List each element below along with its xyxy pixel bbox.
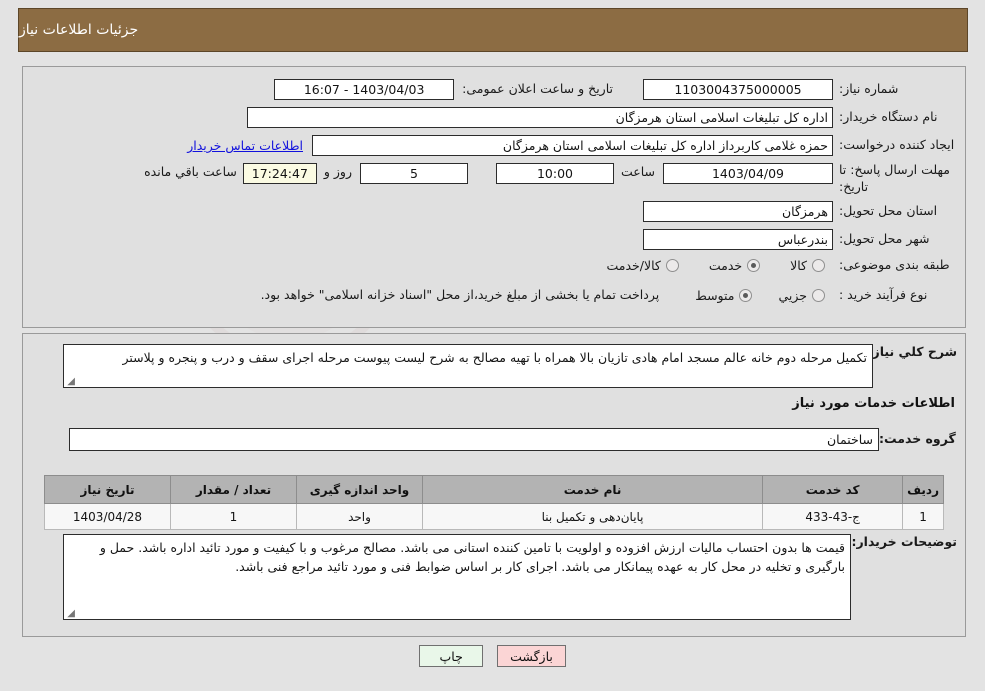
row-process: نوع فرآیند خرید : جزيي متوسط پرداخت تمام… — [261, 287, 957, 304]
city-label: شهر محل تحویل: — [839, 231, 930, 247]
row-need-number: شماره نیاز: 1103004375000005 تاریخ و ساع… — [274, 79, 957, 100]
row-buyer-notes: توضیحات خریدار: قیمت ها بدون احتساب مالی… — [63, 534, 957, 620]
remaining-time-value: 17:24:47 — [242, 163, 317, 184]
city-value: بندرعباس — [643, 229, 833, 250]
deadline-date-value: 1403/04/09 — [663, 163, 833, 184]
col-unit: واحد اندازه گیری — [296, 475, 423, 504]
table-header-row: ردیف کد خدمت نام خدمت واحد اندازه گیری ت… — [44, 475, 944, 504]
radio-category-khedmat[interactable]: خدمت — [708, 257, 761, 273]
description-textarea[interactable]: تکمیل مرحله دوم خانه عالم مسجد امام هادی… — [63, 344, 873, 388]
print-button[interactable]: چاپ — [419, 645, 484, 667]
row-province: استان محل تحویل: هرمزگان — [643, 201, 957, 222]
col-name: نام خدمت — [421, 475, 764, 504]
col-code: کد خدمت — [762, 475, 904, 504]
radio-process-jozei-label: جزيي — [778, 287, 807, 303]
province-value: هرمزگان — [643, 201, 833, 222]
need-number-value: 1103004375000005 — [643, 79, 833, 100]
row-requester: ایجاد کننده درخواست: حمزه غلامی کاربرداز… — [187, 135, 957, 156]
treasury-note: پرداخت تمام یا بخشی از مبلغ خرید،از محل … — [260, 287, 660, 302]
button-bar: بازگشت چاپ — [0, 645, 985, 667]
remaining-days-value: 5 — [359, 163, 468, 184]
row-deadline: مهلت ارسال پاسخ: تا تاریخ: 1403/04/09 سا… — [144, 161, 957, 196]
resize-grip-icon[interactable]: ◢ — [66, 377, 75, 387]
public-announce-label: تاریخ و ساعت اعلان عمومی: — [462, 81, 613, 97]
public-announce-value: 1403/04/03 - 16:07 — [274, 79, 455, 100]
row-city: شهر محل تحویل: بندرعباس — [643, 229, 957, 250]
radio-jozei-icon[interactable] — [812, 288, 825, 302]
radio-process-motevaset-label: متوسط — [695, 287, 735, 303]
row-description: شرح کلي نیاز: تکمیل مرحله دوم خانه عالم … — [63, 344, 957, 388]
requester-value: حمزه غلامی کاربرداز اداره کل تبلیغات اسل… — [312, 135, 833, 156]
row-service-group: گروه خدمت: ساختمان — [69, 428, 957, 451]
buyer-contact-link[interactable]: اطلاعات تماس خریدار — [187, 138, 303, 153]
deadline-label: مهلت ارسال پاسخ: تا تاریخ: — [839, 162, 950, 194]
need-info-panel: شماره نیاز: 1103004375000005 تاریخ و ساع… — [22, 66, 966, 328]
page-header: جزئیات اطلاعات نیاز — [18, 8, 968, 52]
back-button[interactable]: بازگشت — [497, 645, 566, 667]
cell-date: 1403/04/28 — [44, 503, 171, 530]
radio-category-khedmat-label: خدمت — [708, 257, 743, 273]
radio-kala-khedmat-icon[interactable] — [665, 258, 679, 272]
radio-khedmat-icon[interactable] — [747, 258, 761, 272]
table-row: 1 ج-43-433 پایان‌دهی و تکمیل بنا واحد 1 … — [44, 503, 944, 530]
category-label: طبقه بندی موضوعی: — [839, 257, 950, 272]
radio-category-kala-khedmat[interactable]: کالا/خدمت — [606, 257, 679, 273]
remaining-time-suffix: ساعت باقي مانده — [144, 164, 237, 179]
row-category: طبقه بندی موضوعی: کالا خدمت کالا/خدمت — [606, 257, 957, 274]
buyer-org-label: نام دستگاه خریدار: — [839, 109, 938, 125]
cell-unit: واحد — [296, 503, 423, 530]
requester-label: ایجاد کننده درخواست: — [839, 137, 955, 153]
services-section-title: اطلاعات خدمات مورد نیاز — [792, 396, 955, 411]
row-buyer-org: نام دستگاه خریدار: اداره کل تبلیغات اسلا… — [247, 107, 957, 128]
radio-category-kala-khedmat-label: کالا/خدمت — [606, 257, 661, 273]
deadline-hour-value: 10:00 — [495, 163, 614, 184]
remaining-days-label: روز و — [323, 164, 352, 179]
col-index: ردیف — [902, 475, 944, 504]
cell-name: پایان‌دهی و تکمیل بنا — [421, 503, 764, 530]
col-qty: تعداد / مقدار — [170, 475, 297, 504]
buyer-notes-label: توضیحات خریدار: — [851, 534, 957, 549]
buyer-org-value: اداره کل تبلیغات اسلامی استان هرمزگان — [247, 107, 833, 128]
services-table: ردیف کد خدمت نام خدمت واحد اندازه گیری ت… — [44, 475, 944, 530]
description-value: تکمیل مرحله دوم خانه عالم مسجد امام هادی… — [122, 350, 867, 365]
radio-process-motevaset[interactable]: متوسط — [695, 287, 753, 303]
radio-motevaset-icon[interactable] — [739, 288, 753, 302]
process-label: نوع فرآیند خرید : — [839, 287, 928, 302]
cell-code: ج-43-433 — [762, 503, 904, 530]
buyer-notes-textarea[interactable]: قیمت ها بدون احتساب مالیات ارزش افزوده و… — [63, 534, 851, 620]
description-label: شرح کلي نیاز: — [867, 344, 957, 359]
radio-category-kala[interactable]: کالا — [790, 258, 825, 273]
radio-process-jozei[interactable]: جزيي — [778, 288, 825, 303]
service-group-value: ساختمان — [827, 432, 873, 447]
page-title: جزئیات اطلاعات نیاز — [19, 22, 139, 38]
radio-kala-icon[interactable] — [812, 258, 825, 272]
resize-grip-icon-2[interactable]: ◢ — [66, 609, 75, 619]
province-label: استان محل تحویل: — [839, 203, 938, 219]
col-date: تاریخ نیاز — [44, 475, 171, 504]
service-group-label: گروه خدمت: — [879, 431, 956, 447]
need-number-label: شماره نیاز: — [839, 81, 899, 97]
cell-index: 1 — [902, 503, 944, 530]
buyer-notes-value: قیمت ها بدون احتساب مالیات ارزش افزوده و… — [99, 540, 845, 575]
deadline-hour-label: ساعت — [620, 164, 655, 179]
cell-qty: 1 — [170, 503, 297, 530]
radio-category-kala-label: کالا — [790, 257, 807, 273]
service-group-value-field[interactable]: ساختمان — [69, 428, 879, 451]
